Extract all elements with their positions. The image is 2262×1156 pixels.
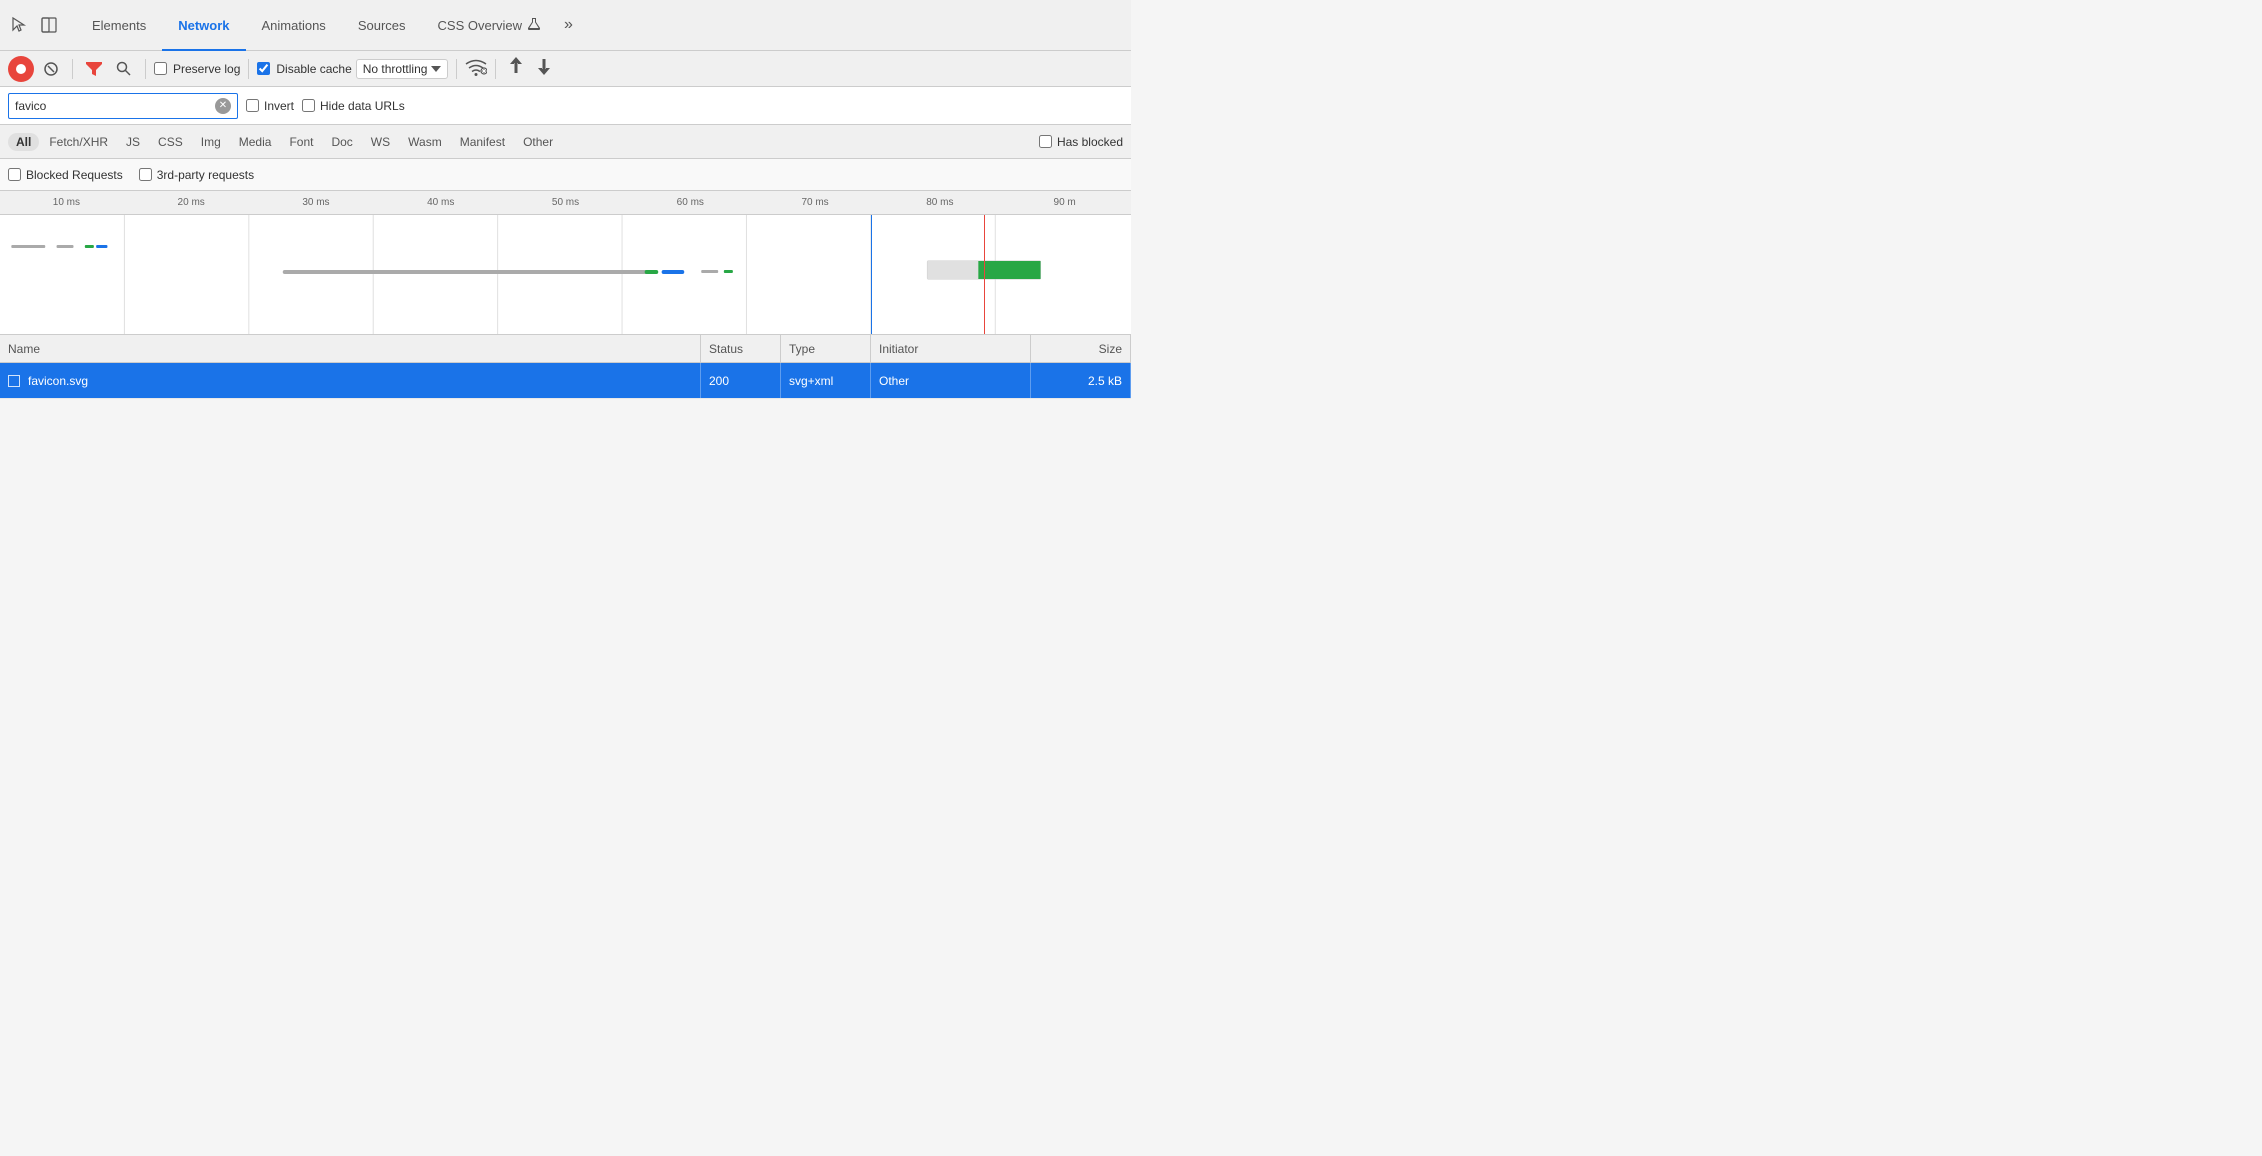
tl-label-40ms: 40 ms bbox=[378, 197, 503, 208]
clear-button[interactable] bbox=[38, 56, 64, 82]
resource-btn-media[interactable]: Media bbox=[231, 133, 280, 151]
tab-sources[interactable]: Sources bbox=[342, 0, 422, 51]
har-icons bbox=[508, 57, 552, 80]
download-har-button[interactable] bbox=[536, 57, 552, 80]
filter-button[interactable] bbox=[81, 56, 107, 82]
hide-data-urls-checkbox-label[interactable]: Hide data URLs bbox=[302, 99, 405, 113]
resource-btn-fetch-xhr[interactable]: Fetch/XHR bbox=[41, 133, 116, 151]
tl-label-60ms: 60 ms bbox=[628, 197, 753, 208]
resource-btn-doc[interactable]: Doc bbox=[323, 133, 360, 151]
table-body: favicon.svg 200 svg+xml Other 2.5 kB bbox=[0, 363, 1131, 399]
td-name: favicon.svg bbox=[0, 363, 701, 398]
resource-btn-img[interactable]: Img bbox=[193, 133, 229, 151]
th-status: Status bbox=[701, 335, 781, 362]
timeline-header: 10 ms 20 ms 30 ms 40 ms 50 ms 60 ms 70 m… bbox=[0, 191, 1131, 215]
td-initiator: Other bbox=[871, 363, 1031, 398]
tl-label-90ms: 90 m bbox=[1002, 197, 1127, 208]
row-checkbox[interactable] bbox=[8, 375, 20, 387]
search-button[interactable] bbox=[111, 56, 137, 82]
hide-data-urls-checkbox[interactable] bbox=[302, 99, 315, 112]
network-toolbar: Preserve log Disable cache No throttling bbox=[0, 51, 1131, 87]
disable-cache-label[interactable]: Disable cache bbox=[257, 62, 351, 76]
blocked-requests-label[interactable]: Blocked Requests bbox=[8, 168, 123, 182]
divider-5 bbox=[495, 59, 496, 79]
tl-label-30ms: 30 ms bbox=[254, 197, 379, 208]
upload-har-button[interactable] bbox=[508, 57, 524, 80]
tab-bar-icons bbox=[8, 14, 60, 36]
resource-btn-css[interactable]: CSS bbox=[150, 133, 191, 151]
resource-type-bar: All Fetch/XHR JS CSS Img Media Font Doc … bbox=[0, 125, 1131, 159]
resource-btn-manifest[interactable]: Manifest bbox=[452, 133, 513, 151]
blue-timing-line bbox=[871, 215, 873, 334]
tl-label-50ms: 50 ms bbox=[503, 197, 628, 208]
resource-btn-js[interactable]: JS bbox=[118, 133, 148, 151]
preserve-log-checkbox[interactable] bbox=[154, 62, 167, 75]
search-input[interactable] bbox=[15, 99, 215, 113]
tab-animations[interactable]: Animations bbox=[246, 0, 342, 51]
invert-checkbox[interactable] bbox=[246, 99, 259, 112]
has-blocked: Has blocked bbox=[1039, 135, 1123, 149]
timeline-rows bbox=[0, 215, 1131, 334]
tl-label-80ms: 80 ms bbox=[877, 197, 1002, 208]
cursor-icon[interactable] bbox=[8, 14, 30, 36]
flask-icon bbox=[528, 18, 540, 32]
tab-bar: Elements Network Animations Sources CSS … bbox=[0, 0, 1131, 51]
record-button[interactable] bbox=[8, 56, 34, 82]
table-header: Name Status Type Initiator Size bbox=[0, 335, 1131, 363]
divider-4 bbox=[456, 59, 457, 79]
timeline-labels: 10 ms 20 ms 30 ms 40 ms 50 ms 60 ms 70 m… bbox=[0, 197, 1131, 208]
tl-label-10ms: 10 ms bbox=[4, 197, 129, 208]
th-size: Size bbox=[1031, 335, 1131, 362]
third-party-requests-checkbox[interactable] bbox=[139, 168, 152, 181]
has-blocked-checkbox[interactable] bbox=[1039, 135, 1052, 148]
tl-label-70ms: 70 ms bbox=[753, 197, 878, 208]
divider-3 bbox=[248, 59, 249, 79]
td-status: 200 bbox=[701, 363, 781, 398]
more-tabs-button[interactable]: » bbox=[556, 0, 581, 51]
td-type: svg+xml bbox=[781, 363, 871, 398]
td-size: 2.5 kB bbox=[1031, 363, 1131, 398]
tab-css-overview[interactable]: CSS Overview bbox=[422, 0, 557, 51]
resource-btn-other[interactable]: Other bbox=[515, 133, 561, 151]
red-timing-line bbox=[984, 215, 986, 334]
search-icon bbox=[116, 61, 132, 77]
th-name: Name bbox=[0, 335, 701, 362]
blocked-requests-checkbox[interactable] bbox=[8, 168, 21, 181]
clear-icon bbox=[43, 61, 59, 77]
tl-label-20ms: 20 ms bbox=[129, 197, 254, 208]
dock-icon[interactable] bbox=[38, 14, 60, 36]
timeline-chart bbox=[0, 215, 1131, 335]
resource-btn-all[interactable]: All bbox=[8, 133, 39, 151]
chevron-down-icon bbox=[431, 66, 441, 72]
third-party-requests-label[interactable]: 3rd-party requests bbox=[139, 168, 254, 182]
filter-icon bbox=[86, 62, 102, 76]
search-box[interactable]: ✕ bbox=[8, 93, 238, 119]
disable-cache-checkbox[interactable] bbox=[257, 62, 270, 75]
divider-2 bbox=[145, 59, 146, 79]
th-type: Type bbox=[781, 335, 871, 362]
resource-btn-wasm[interactable]: Wasm bbox=[400, 133, 450, 151]
resource-btn-font[interactable]: Font bbox=[281, 133, 321, 151]
preserve-log-label[interactable]: Preserve log bbox=[154, 62, 240, 76]
divider-1 bbox=[72, 59, 73, 79]
invert-checkbox-label[interactable]: Invert bbox=[246, 99, 294, 113]
throttling-select[interactable]: No throttling bbox=[356, 59, 449, 79]
th-initiator: Initiator bbox=[871, 335, 1031, 362]
resource-btn-ws[interactable]: WS bbox=[363, 133, 398, 151]
tab-elements[interactable]: Elements bbox=[76, 0, 162, 51]
tab-network[interactable]: Network bbox=[162, 0, 245, 51]
blocked-bar: Blocked Requests 3rd-party requests bbox=[0, 159, 1131, 191]
search-clear-button[interactable]: ✕ bbox=[215, 98, 231, 114]
table-row[interactable]: favicon.svg 200 svg+xml Other 2.5 kB bbox=[0, 363, 1131, 399]
wifi-settings-icon[interactable] bbox=[465, 58, 487, 79]
filter-bar: ✕ Invert Hide data URLs bbox=[0, 87, 1131, 125]
